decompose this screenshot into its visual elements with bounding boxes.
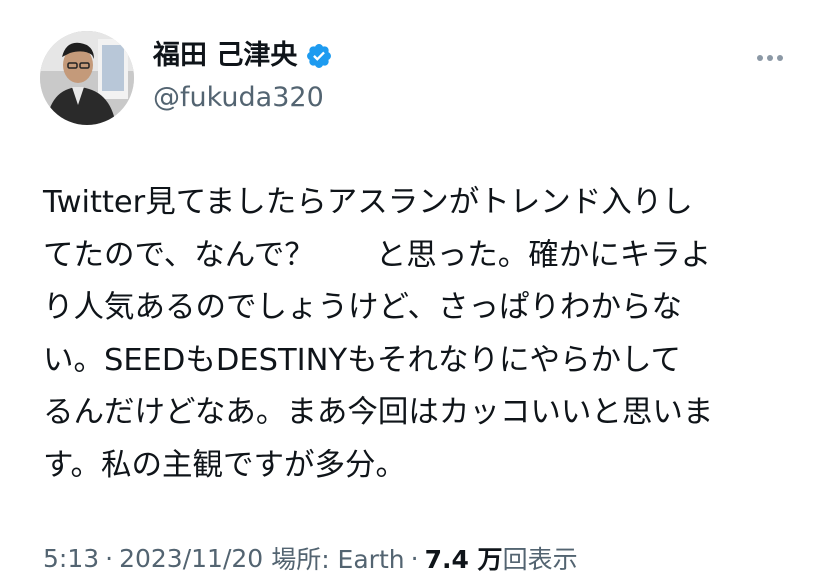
display-name[interactable]: 福田 己津央 <box>153 38 297 74</box>
avatar[interactable] <box>40 31 134 125</box>
meta-separator: · <box>410 543 419 573</box>
tweet-meta: 5:13 · 2023/11/20 場所: Earth · 7.4 万 回表示 <box>43 540 578 576</box>
more-dot <box>767 55 773 61</box>
tweet-text-line: てたので、なんで？ と思った。確かにキラよ <box>43 237 712 273</box>
avatar-photo <box>40 31 134 125</box>
tweet-text-line: い。SEEDもDESTINYもそれなりにやらかして <box>43 342 682 378</box>
more-options-icon[interactable] <box>752 44 788 72</box>
views-label: 回表示 <box>502 545 578 574</box>
tweet-text-line: るんだけどなあ。まあ今回はカッコいいと思いま <box>43 395 714 430</box>
meta-separator: · <box>105 543 114 573</box>
tweet-time[interactable]: 5:13 <box>43 544 99 573</box>
verified-badge-icon[interactable] <box>305 42 333 70</box>
views-count[interactable]: 7.4 万 <box>425 540 503 576</box>
tweet-date[interactable]: 2023/11/20 <box>119 544 263 573</box>
tweet-text-line: す。私の主観ですが多分。 <box>43 447 406 483</box>
more-dot <box>777 55 783 61</box>
tweet-location: 場所: Earth <box>271 545 405 574</box>
author-name-row: 福田 己津央 <box>153 38 333 74</box>
tweet-text-line: Twitter見てましたらアスランがトレンド入りし <box>43 185 693 220</box>
author-handle[interactable]: @fukuda320 <box>153 80 324 116</box>
tweet-text: Twitter見てましたらアスランがトレンド入りし てたので、なんで？ と思った… <box>43 177 788 492</box>
more-dot <box>757 55 763 61</box>
tweet-text-line: り人気あるのでしょうけど、さっぱりわからな <box>43 290 682 325</box>
tweet-card: 福田 己津央 @fukuda320 Twitter見てましたらアスランがトレンド… <box>0 0 828 585</box>
